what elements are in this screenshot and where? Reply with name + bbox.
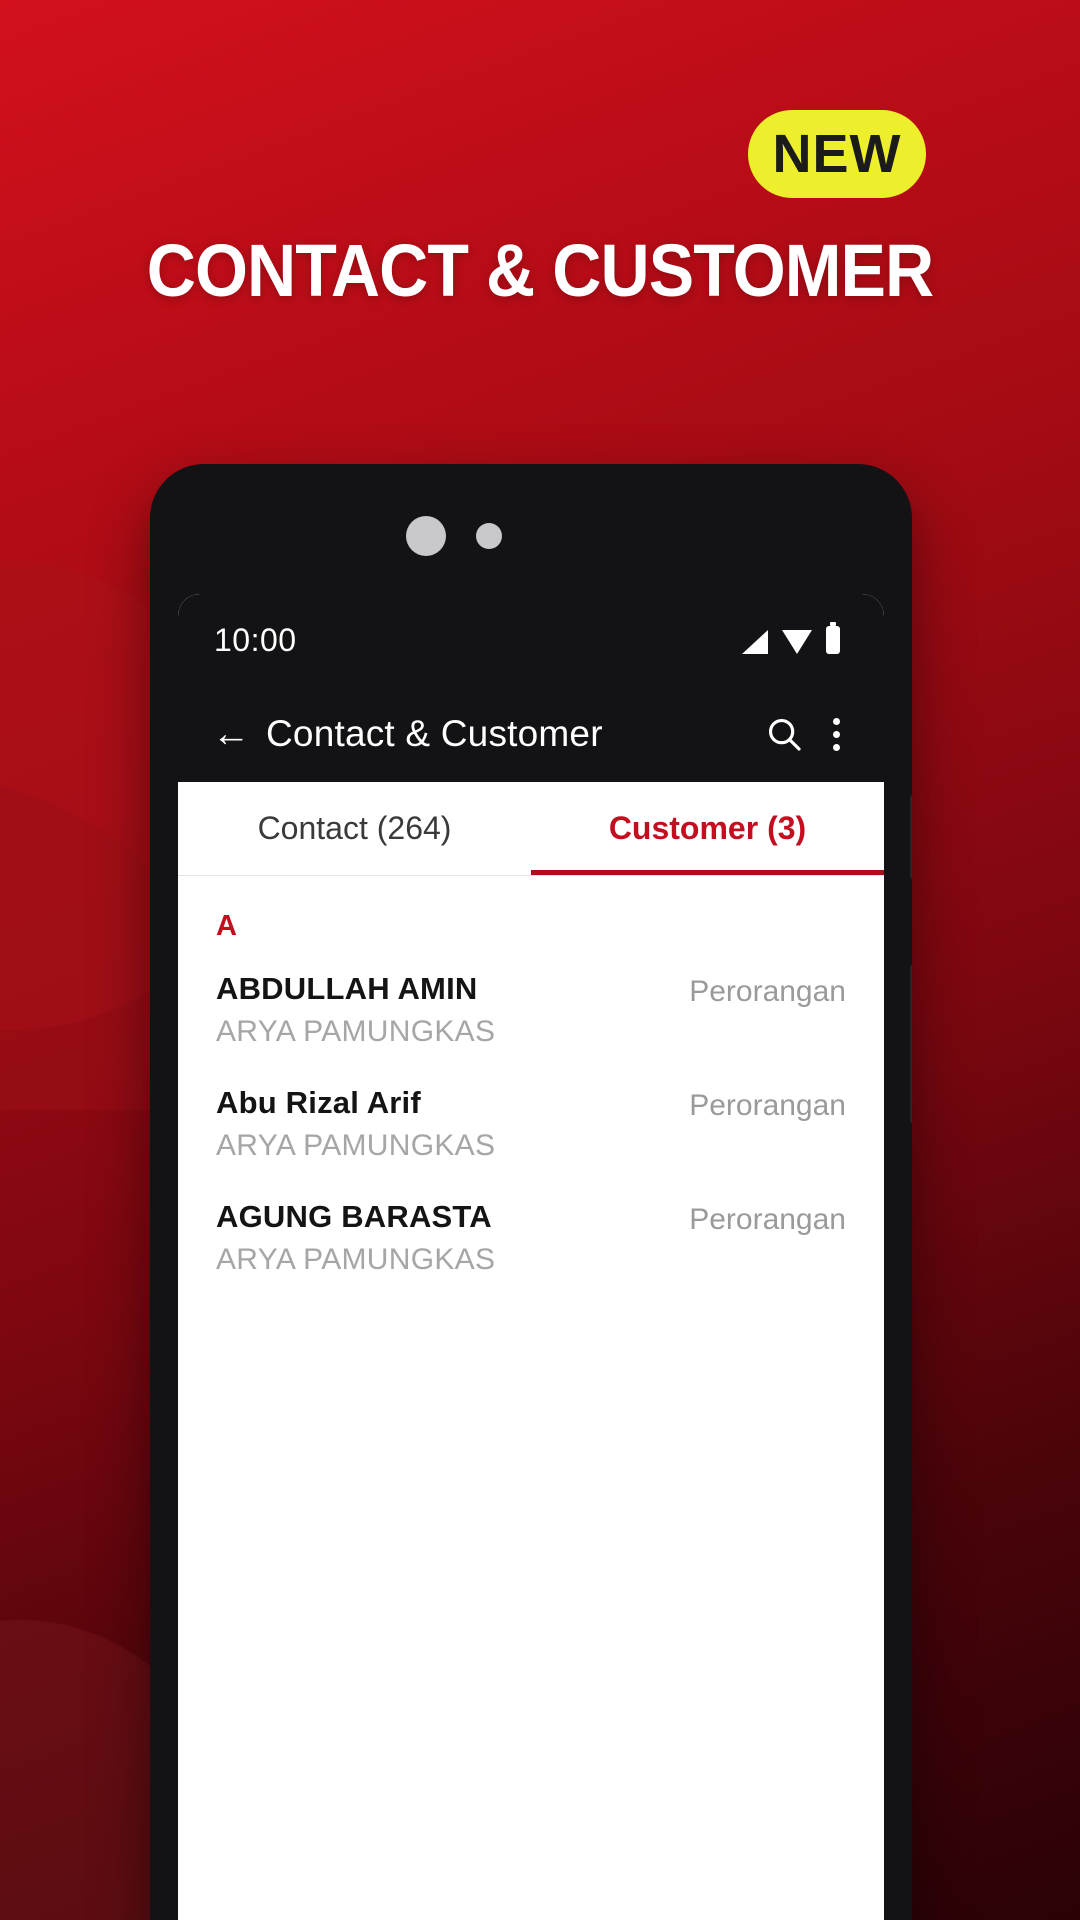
list-item-subtitle: ARYA PAMUNGKAS bbox=[216, 1015, 496, 1048]
list-item-type: Perorangan bbox=[689, 975, 846, 1008]
list-item-subtitle: ARYA PAMUNGKAS bbox=[216, 1243, 496, 1276]
list-item[interactable]: Abu Rizal Arif ARYA PAMUNGKAS Perorangan bbox=[216, 1075, 846, 1189]
tab-active-indicator bbox=[531, 870, 884, 875]
phone-camera-bezel bbox=[150, 506, 912, 566]
list-item-text: ABDULLAH AMIN ARYA PAMUNGKAS bbox=[216, 971, 495, 1049]
list-item-type: Perorangan bbox=[689, 1089, 846, 1122]
list-item[interactable]: ABDULLAH AMIN ARYA PAMUNGKAS Perorangan bbox=[216, 961, 846, 1075]
overflow-menu-icon bbox=[833, 730, 840, 738]
app-bar: ← Contact & Customer bbox=[178, 686, 884, 782]
app-bar-title: Contact & Customer bbox=[266, 713, 603, 754]
status-bar-icons bbox=[742, 622, 840, 654]
screen-dark-header: 10:00 ← Contact & Customer bbox=[178, 594, 884, 782]
list-item-name: AGUNG BARASTA bbox=[216, 1199, 492, 1234]
list-item-subtitle: ARYA PAMUNGKAS bbox=[216, 1129, 496, 1162]
list-item-name: Abu Rizal Arif bbox=[216, 1085, 421, 1120]
phone-power-button[interactable] bbox=[910, 964, 912, 1124]
new-badge: NEW bbox=[748, 110, 926, 198]
wifi-icon bbox=[782, 630, 812, 654]
list-item[interactable]: AGUNG BARASTA ARYA PAMUNGKAS Perorangan bbox=[216, 1189, 846, 1303]
phone-mockup: 10:00 ← Contact & Customer Contact (264)… bbox=[150, 464, 912, 1920]
tab-bar: Contact (264) Customer (3) bbox=[178, 782, 884, 876]
overflow-menu-button[interactable] bbox=[833, 717, 840, 751]
battery-icon bbox=[826, 622, 840, 654]
promo-banner: NEW CONTACT & CUSTOMER 10:00 ← Contact &… bbox=[0, 0, 1080, 1920]
status-bar: 10:00 bbox=[178, 594, 884, 686]
overflow-menu-icon bbox=[833, 743, 840, 751]
phone-screen: 10:00 ← Contact & Customer Contact (264)… bbox=[178, 594, 884, 1920]
list-item-text: Abu Rizal Arif ARYA PAMUNGKAS bbox=[216, 1085, 495, 1163]
signal-icon bbox=[742, 630, 768, 654]
promo-headline: CONTACT & CUSTOMER bbox=[146, 229, 934, 312]
status-bar-clock: 10:00 bbox=[214, 621, 297, 658]
front-camera-icon bbox=[406, 516, 446, 556]
list-item-text: AGUNG BARASTA ARYA PAMUNGKAS bbox=[216, 1199, 495, 1277]
tab-customer[interactable]: Customer (3) bbox=[531, 782, 884, 875]
search-button[interactable] bbox=[765, 715, 803, 753]
back-button[interactable]: ← bbox=[212, 715, 250, 753]
new-badge-label: NEW bbox=[772, 124, 902, 184]
sensor-icon bbox=[476, 523, 502, 549]
list-item-type: Perorangan bbox=[689, 1203, 846, 1236]
section-header-letter: A bbox=[216, 910, 237, 942]
overflow-menu-icon bbox=[833, 717, 840, 725]
app-bar-actions bbox=[765, 715, 840, 753]
customer-list[interactable]: A ABDULLAH AMIN ARYA PAMUNGKAS Peroranga… bbox=[178, 876, 884, 1920]
search-icon bbox=[768, 718, 801, 751]
phone-volume-button[interactable] bbox=[910, 794, 912, 880]
list-item-name: ABDULLAH AMIN bbox=[216, 971, 478, 1006]
tab-contact[interactable]: Contact (264) bbox=[178, 782, 531, 875]
